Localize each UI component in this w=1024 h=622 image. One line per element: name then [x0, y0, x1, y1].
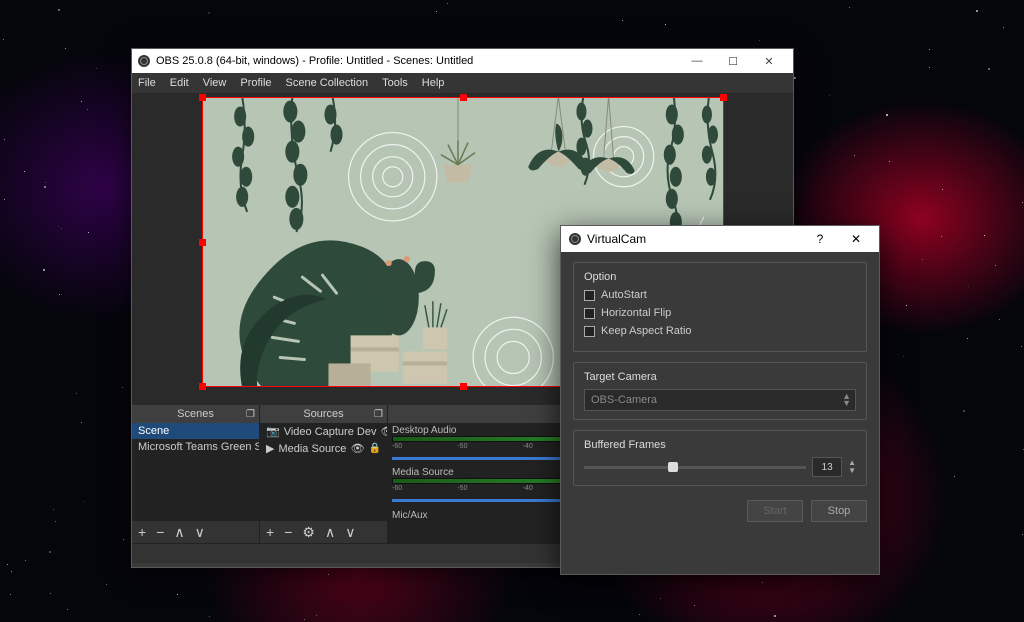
buffered-frames-slider[interactable] — [584, 466, 806, 469]
buffered-frames-label: Buffered Frames — [584, 439, 856, 451]
target-camera-select[interactable]: OBS-Camera ▲▼ — [584, 389, 856, 411]
target-camera-group: Target Camera OBS-Camera ▲▼ — [573, 362, 867, 420]
obs-window-title: OBS 25.0.8 (64-bit, windows) - Profile: … — [156, 55, 473, 67]
virtualcam-dialog: VirtualCam ? ✕ Option AutoStart Horizont… — [560, 225, 880, 575]
autostart-label: AutoStart — [601, 289, 647, 301]
autostart-checkbox[interactable] — [584, 290, 595, 301]
chevron-updown-icon: ▲▼ — [842, 393, 851, 407]
source-settings-button[interactable]: ⚙ — [302, 524, 315, 541]
close-button[interactable]: ✕ — [751, 49, 787, 73]
track-label: Media Source — [392, 467, 454, 478]
keep-aspect-checkbox[interactable] — [584, 326, 595, 337]
visibility-toggle[interactable]: 👁 — [380, 425, 387, 438]
source-item[interactable]: ▶ Media Source 👁 🔒 — [260, 440, 387, 457]
keep-aspect-label: Keep Aspect Ratio — [601, 325, 692, 337]
camera-icon: 📷 — [266, 425, 280, 438]
obs-menubar: File Edit View Profile Scene Collection … — [132, 73, 793, 93]
sources-header: Sources — [303, 408, 343, 420]
minimize-button[interactable]: — — [679, 49, 715, 73]
menu-edit[interactable]: Edit — [170, 77, 189, 89]
virtualcam-title: VirtualCam — [587, 232, 799, 246]
obs-titlebar[interactable]: OBS 25.0.8 (64-bit, windows) - Profile: … — [132, 49, 793, 73]
buffered-frames-group: Buffered Frames 13 ▲▼ — [573, 430, 867, 486]
add-scene-button[interactable]: + — [138, 524, 146, 540]
lock-icon[interactable]: 🔒 — [369, 443, 381, 454]
spin-down-button[interactable]: ▼ — [848, 467, 856, 475]
track-label: Desktop Audio — [392, 425, 457, 436]
target-camera-label: Target Camera — [584, 371, 856, 383]
help-button[interactable]: ? — [805, 232, 835, 246]
maximize-button[interactable]: ☐ — [715, 49, 751, 73]
visibility-toggle[interactable]: 👁 — [351, 442, 365, 455]
source-item[interactable]: 📷 Video Capture Dev 👁 🔒 — [260, 423, 387, 440]
option-label: Option — [584, 271, 856, 283]
menu-profile[interactable]: Profile — [240, 77, 271, 89]
menu-tools[interactable]: Tools — [382, 77, 408, 89]
obs-logo-icon — [569, 233, 581, 245]
start-button[interactable]: Start — [747, 500, 803, 522]
menu-file[interactable]: File — [138, 77, 156, 89]
media-icon: ▶ — [266, 442, 274, 455]
scene-item[interactable]: Microsoft Teams Green Screen — [132, 439, 259, 455]
obs-logo-icon — [138, 55, 150, 67]
virtualcam-titlebar[interactable]: VirtualCam ? ✕ — [561, 226, 879, 252]
stop-button[interactable]: Stop — [811, 500, 867, 522]
source-up-button[interactable]: ∧ — [325, 524, 335, 541]
scene-down-button[interactable]: ∨ — [195, 524, 205, 541]
remove-scene-button[interactable]: − — [156, 524, 164, 540]
scenes-header: Scenes — [177, 408, 214, 420]
remove-source-button[interactable]: − — [284, 524, 292, 540]
add-source-button[interactable]: + — [266, 524, 274, 540]
menu-scene-collection[interactable]: Scene Collection — [286, 77, 369, 89]
scene-up-button[interactable]: ∧ — [174, 524, 184, 541]
menu-view[interactable]: View — [203, 77, 227, 89]
option-group: Option AutoStart Horizontal Flip Keep As… — [573, 262, 867, 352]
buffered-frames-value: 13 — [812, 457, 842, 477]
scene-item[interactable]: Scene — [132, 423, 259, 439]
horizontal-flip-checkbox[interactable] — [584, 308, 595, 319]
source-down-button[interactable]: ∨ — [345, 524, 355, 541]
horizontal-flip-label: Horizontal Flip — [601, 307, 671, 319]
close-button[interactable]: ✕ — [841, 232, 871, 246]
menu-help[interactable]: Help — [422, 77, 445, 89]
popout-icon[interactable]: ❐ — [246, 409, 255, 420]
scenes-panel: Scenes ❐ Scene Microsoft Teams Green Scre… — [132, 405, 260, 543]
sources-panel: Sources ❐ 📷 Video Capture Dev 👁 🔒 ▶ Media… — [260, 405, 388, 543]
popout-icon[interactable]: ❐ — [374, 409, 383, 420]
track-label: Mic/Aux — [392, 510, 428, 521]
